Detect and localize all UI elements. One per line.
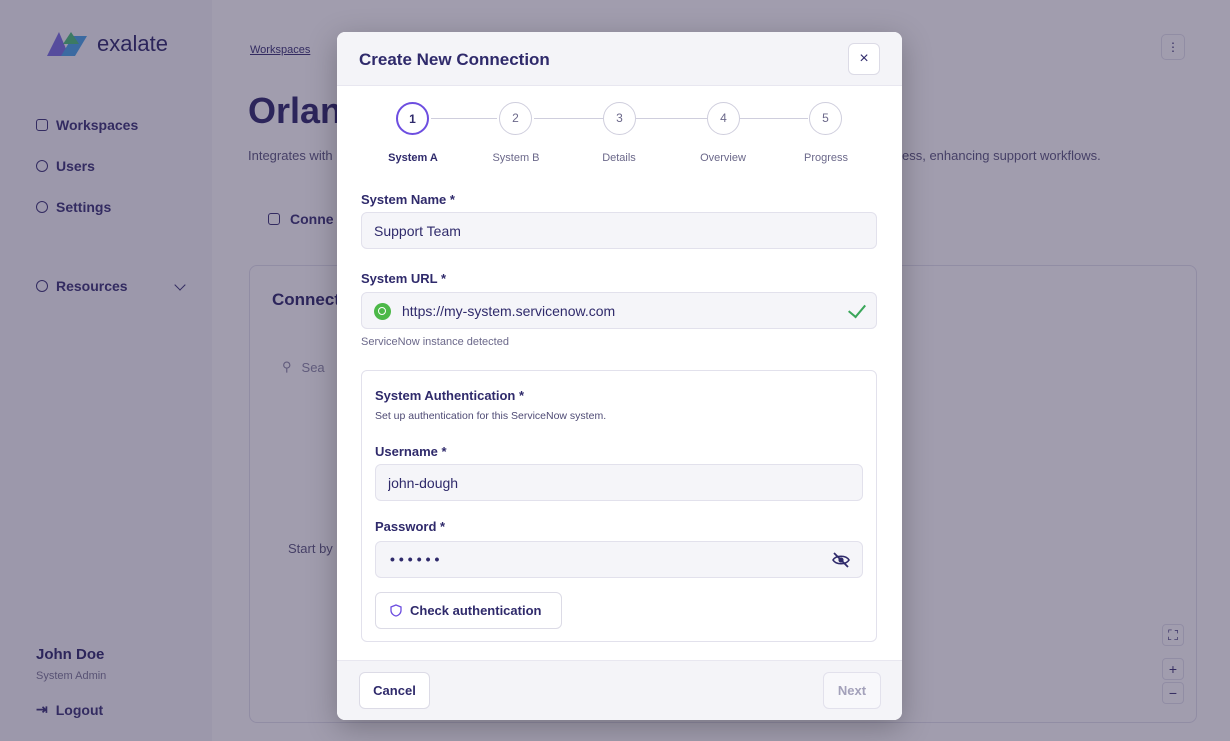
password-label: Password * bbox=[375, 519, 446, 534]
servicenow-logo-icon bbox=[374, 303, 391, 320]
authentication-title: System Authentication * bbox=[375, 388, 525, 403]
check-authentication-label: Check authentication bbox=[410, 603, 542, 618]
system-url-field[interactable]: https://my-system.servicenow.com bbox=[361, 292, 877, 329]
system-url-value: https://my-system.servicenow.com bbox=[402, 303, 616, 319]
eye-off-icon[interactable] bbox=[832, 552, 850, 568]
system-name-label: System Name * bbox=[361, 192, 455, 207]
authentication-card: System Authentication * Set up authentic… bbox=[361, 370, 877, 642]
step-4-label: Overview bbox=[700, 152, 746, 164]
shield-icon bbox=[390, 604, 402, 617]
modal-header: Create New Connection × bbox=[337, 32, 902, 86]
step-5-label: Progress bbox=[803, 152, 849, 164]
authentication-description: Set up authentication for this ServiceNo… bbox=[375, 410, 607, 422]
modal-footer: Cancel Next bbox=[337, 660, 902, 720]
password-field[interactable]: •••••• bbox=[375, 541, 863, 578]
step-1-label: System A bbox=[388, 152, 438, 164]
username-field[interactable] bbox=[375, 464, 863, 501]
modal-title: Create New Connection bbox=[359, 50, 550, 69]
step-connector bbox=[431, 118, 497, 119]
cancel-button[interactable]: Cancel bbox=[359, 672, 430, 709]
step-connector bbox=[740, 118, 808, 119]
next-button[interactable]: Next bbox=[823, 672, 881, 709]
step-4-circle: 4 bbox=[707, 102, 740, 135]
step-3-label: Details bbox=[602, 152, 636, 164]
step-2-label: System B bbox=[492, 152, 540, 164]
stepper: 1 2 3 4 5 System A System B Details Over… bbox=[337, 102, 902, 172]
create-connection-modal: Create New Connection × 1 2 3 4 5 System… bbox=[337, 32, 902, 720]
system-url-label: System URL * bbox=[361, 271, 447, 286]
password-mask: •••••• bbox=[390, 551, 444, 567]
step-2-circle: 2 bbox=[499, 102, 532, 135]
step-3-circle: 3 bbox=[603, 102, 636, 135]
url-hint: ServiceNow instance detected bbox=[361, 336, 509, 348]
step-5-circle: 5 bbox=[809, 102, 842, 135]
system-name-field[interactable] bbox=[361, 212, 877, 249]
check-authentication-button[interactable]: Check authentication bbox=[375, 592, 562, 629]
step-connector bbox=[534, 118, 603, 119]
close-icon: × bbox=[859, 50, 869, 67]
checkmark-icon bbox=[848, 299, 866, 319]
step-1-circle: 1 bbox=[396, 102, 429, 135]
close-button[interactable]: × bbox=[848, 43, 880, 75]
username-label: Username * bbox=[375, 444, 447, 459]
step-connector bbox=[636, 118, 707, 119]
